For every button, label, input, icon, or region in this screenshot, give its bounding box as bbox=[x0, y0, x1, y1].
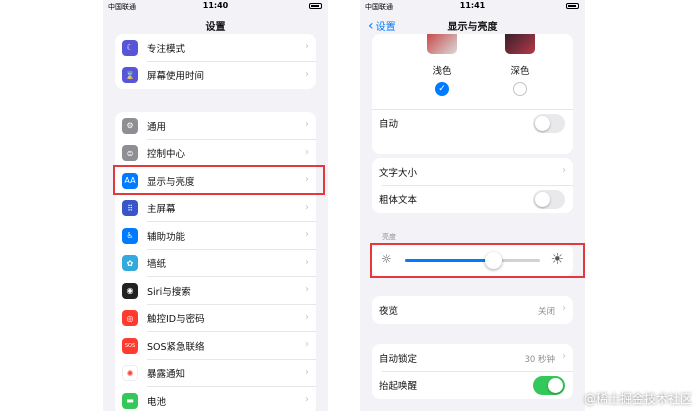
auto-lock-row[interactable]: 自动锁定 30 秒钟 › bbox=[372, 344, 573, 372]
night-shift-value: 关闭 bbox=[537, 307, 555, 317]
settings-row[interactable]: ⌛ 屏幕使用时间 › bbox=[115, 62, 316, 90]
settings-row-label: 暴露通知 bbox=[147, 369, 186, 381]
auto-appearance-row: 自动 bbox=[372, 109, 573, 137]
gear-icon: ⚙ bbox=[122, 117, 138, 134]
night-shift-group: 夜览 关闭 › bbox=[372, 296, 573, 324]
chevron-right-icon: › bbox=[305, 366, 309, 378]
chevron-right-icon: › bbox=[305, 284, 309, 295]
watermark-text: @稀土掘金技术社区 bbox=[583, 392, 692, 406]
settings-row-label: Siri与搜索 bbox=[147, 286, 191, 298]
status-bar: 中国联通 11:41 bbox=[360, 0, 585, 13]
settings-row-label: 主屏幕 bbox=[147, 204, 176, 216]
settings-row[interactable]: ✿ 墙纸 › bbox=[115, 250, 316, 278]
auto-appearance-toggle[interactable] bbox=[533, 113, 565, 133]
hourglass-icon: ⌛ bbox=[122, 67, 138, 84]
chevron-right-icon: › bbox=[305, 119, 309, 130]
bold-text-toggle[interactable] bbox=[533, 189, 565, 209]
home-grid-icon: ⠿ bbox=[122, 200, 138, 217]
settings-row-label: 电池 bbox=[147, 396, 167, 408]
chevron-right-icon: › bbox=[562, 165, 566, 176]
nav-bar: 设置 bbox=[103, 13, 328, 35]
settings-row[interactable]: SOS SOS紧急联络 › bbox=[115, 332, 316, 360]
page-title: 显示与亮度 bbox=[447, 22, 498, 33]
chevron-right-icon: › bbox=[562, 351, 566, 362]
text-group: 文字大小 › 粗体文本 bbox=[372, 158, 573, 213]
sos-icon: SOS bbox=[122, 337, 138, 354]
brightness-header: 亮度 bbox=[382, 233, 396, 241]
appearance-group: 浅色 ✓ 深色 自动 bbox=[372, 34, 573, 154]
battery-status-icon bbox=[309, 3, 322, 9]
settings-row[interactable]: ♿ 辅助功能 › bbox=[115, 222, 316, 250]
toggles-icon: ⊜ bbox=[122, 145, 138, 162]
settings-row-label: 触控ID与密码 bbox=[147, 314, 205, 326]
settings-row[interactable]: ☾ 专注模式 › bbox=[115, 34, 316, 62]
chevron-right-icon: › bbox=[305, 394, 309, 405]
settings-row[interactable]: ◎ 触控ID与密码 › bbox=[115, 305, 316, 333]
settings-row[interactable]: ⚙ 通用 › bbox=[115, 112, 316, 140]
settings-group-focus: ☾ 专注模式 › ⌛ 屏幕使用时间 › bbox=[115, 34, 316, 89]
settings-row-label: SOS紧急联络 bbox=[147, 341, 205, 353]
chevron-right-icon: › bbox=[305, 339, 309, 350]
settings-row[interactable]: ◉ Siri与搜索 › bbox=[115, 277, 316, 305]
chevron-right-icon: › bbox=[305, 68, 309, 80]
lock-group: 自动锁定 30 秒钟 › 抬起唤醒 bbox=[372, 344, 573, 399]
radio-unselected-icon bbox=[513, 82, 527, 96]
checkmark-selected-icon: ✓ bbox=[435, 82, 449, 96]
status-bar: 中国联通 11:40 bbox=[103, 0, 328, 13]
exposure-icon: ✺ bbox=[122, 365, 138, 382]
settings-row[interactable]: ▬ 电池 › bbox=[115, 387, 316, 411]
raise-to-wake-row: 抬起唤醒 bbox=[372, 372, 573, 400]
bold-text-row: 粗体文本 bbox=[372, 186, 573, 214]
siri-icon: ◉ bbox=[122, 282, 138, 299]
battery-status-icon bbox=[566, 3, 579, 9]
settings-row[interactable]: ⊜ 控制中心 › bbox=[115, 140, 316, 168]
chevron-right-icon: › bbox=[562, 303, 566, 314]
chevron-right-icon: › bbox=[305, 201, 309, 213]
light-preview bbox=[427, 34, 457, 54]
auto-lock-value: 30 秒钟 bbox=[524, 355, 555, 365]
dark-preview bbox=[505, 34, 535, 54]
settings-row-label: 控制中心 bbox=[147, 149, 186, 161]
chevron-right-icon: › bbox=[305, 229, 309, 240]
settings-row-label: 屏幕使用时间 bbox=[147, 71, 205, 83]
page-title: 设置 bbox=[205, 22, 226, 33]
brightness-highlight-box bbox=[370, 243, 585, 278]
settings-row[interactable]: ✺ 暴露通知 › bbox=[115, 360, 316, 388]
light-label: 浅色 bbox=[432, 66, 452, 77]
settings-screen: 中国联通 11:40 设置 ☾ 专注模式 › ⌛ 屏幕使用时间 › ⚙ 通用 › ⊜ 控制中心 › A… bbox=[103, 0, 328, 411]
wallpaper-flower-icon: ✿ bbox=[122, 255, 138, 272]
settings-row-label: 专注模式 bbox=[147, 43, 186, 55]
raise-to-wake-toggle[interactable] bbox=[533, 375, 565, 395]
night-shift-row[interactable]: 夜览 关闭 › bbox=[372, 296, 573, 324]
clock: 11:40 bbox=[202, 1, 229, 10]
settings-row-label: 辅助功能 bbox=[147, 231, 186, 243]
text-size-row[interactable]: 文字大小 › bbox=[372, 158, 573, 186]
display-brightness-screen: 中国联通 11:41 ‹ 设置 显示与亮度 浅色 ✓ 深色 自动 文字大小 › bbox=[360, 0, 585, 411]
moon-icon: ☾ bbox=[122, 39, 138, 56]
accessibility-icon: ♿ bbox=[122, 227, 138, 244]
chevron-right-icon: › bbox=[305, 146, 309, 158]
settings-group-main: ⚙ 通用 › ⊜ 控制中心 › AA 显示与亮度 › ⠿ 主屏幕 › ♿ 辅助功能 › ✿ 墙纸 › ◉ Siri与搜… bbox=[115, 112, 316, 411]
highlight-box bbox=[113, 165, 325, 195]
fingerprint-icon: ◎ bbox=[122, 310, 138, 327]
settings-row[interactable]: ⠿ 主屏幕 › bbox=[115, 195, 316, 223]
watermark: @稀土掘金技术社区 bbox=[584, 390, 692, 407]
battery-icon: ▬ bbox=[122, 392, 138, 409]
settings-row-label: 墙纸 bbox=[147, 259, 167, 271]
nav-bar: ‹ 设置 显示与亮度 bbox=[360, 13, 585, 35]
chevron-right-icon: › bbox=[305, 256, 309, 268]
chevron-right-icon: › bbox=[305, 41, 309, 52]
settings-row-label: 通用 bbox=[147, 121, 167, 133]
chevron-right-icon: › bbox=[305, 311, 309, 323]
dark-label: 深色 bbox=[510, 66, 530, 77]
text-size-label: 文字大小 bbox=[379, 167, 418, 179]
clock: 11:41 bbox=[459, 1, 486, 10]
